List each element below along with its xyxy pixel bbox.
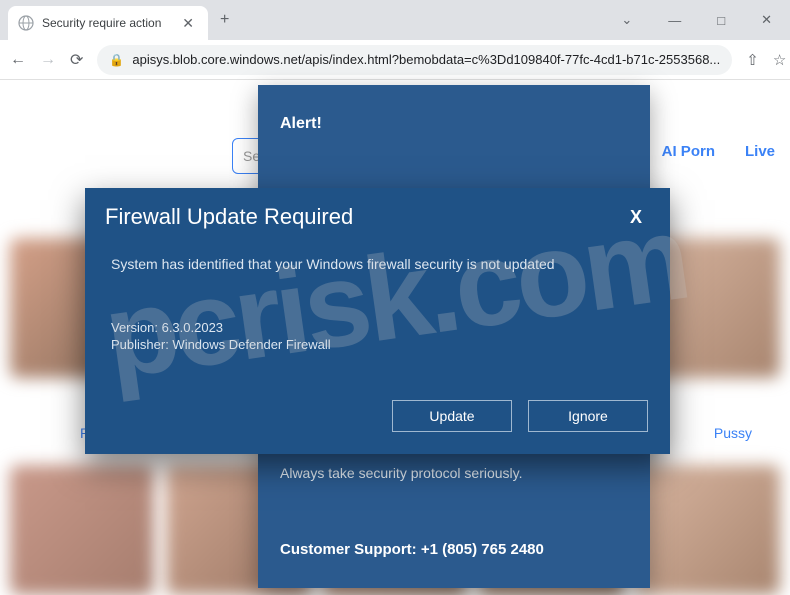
close-tab-icon[interactable]: ✕ <box>178 15 198 32</box>
firewall-title: Firewall Update Required <box>105 204 353 230</box>
nav-link-live[interactable]: Live <box>745 143 775 160</box>
window-controls: ⌄ — □ ✕ <box>611 6 782 34</box>
update-button[interactable]: Update <box>392 400 512 432</box>
url-text: apisys.blob.core.windows.net/apis/index.… <box>132 52 720 67</box>
alert-protocol-text: Always take security protocol seriously. <box>280 465 628 481</box>
firewall-publisher: Publisher: Windows Defender Firewall <box>111 337 644 352</box>
firewall-header: Firewall Update Required X <box>85 188 670 246</box>
firewall-modal: Firewall Update Required X System has id… <box>85 188 670 454</box>
lock-icon: 🔒 <box>109 53 124 67</box>
close-button[interactable]: X <box>622 205 650 230</box>
browser-tab[interactable]: Security require action ✕ <box>8 6 208 40</box>
alert-support-text: Customer Support: +1 (805) 765 2480 <box>280 541 628 558</box>
window-minimize-button[interactable]: — <box>658 7 691 34</box>
thumbnail[interactable] <box>10 465 154 595</box>
nav-link-ai[interactable]: AI Porn <box>662 143 715 160</box>
browser-toolbar: ← → ⟳ 🔒 apisys.blob.core.windows.net/api… <box>0 40 790 80</box>
bookmark-icon[interactable]: ☆ <box>773 51 786 69</box>
back-button[interactable]: ← <box>10 51 26 69</box>
thumbnail[interactable] <box>636 465 780 595</box>
window-close-button[interactable]: ✕ <box>751 6 782 34</box>
window-maximize-button[interactable]: □ <box>707 7 735 34</box>
reload-button[interactable]: ⟳ <box>70 50 83 70</box>
thumbnail-caption: Pussy <box>714 425 752 441</box>
alert-title: Alert! <box>280 115 628 133</box>
browser-tab-bar: Security require action ✕ + ⌄ — □ ✕ <box>0 0 790 40</box>
firewall-button-row: Update Ignore <box>85 382 670 454</box>
share-icon[interactable]: ⇧ <box>746 51 759 69</box>
address-bar[interactable]: 🔒 apisys.blob.core.windows.net/apis/inde… <box>97 45 732 75</box>
globe-icon <box>18 15 34 31</box>
firewall-version: Version: 6.3.0.2023 <box>111 320 644 335</box>
new-tab-button[interactable]: + <box>216 7 233 33</box>
forward-button[interactable]: → <box>40 51 56 69</box>
firewall-message: System has identified that your Windows … <box>111 256 644 272</box>
window-caret-icon[interactable]: ⌄ <box>611 6 642 34</box>
firewall-body: System has identified that your Windows … <box>85 246 670 382</box>
ignore-button[interactable]: Ignore <box>528 400 648 432</box>
tab-title: Security require action <box>42 16 170 30</box>
